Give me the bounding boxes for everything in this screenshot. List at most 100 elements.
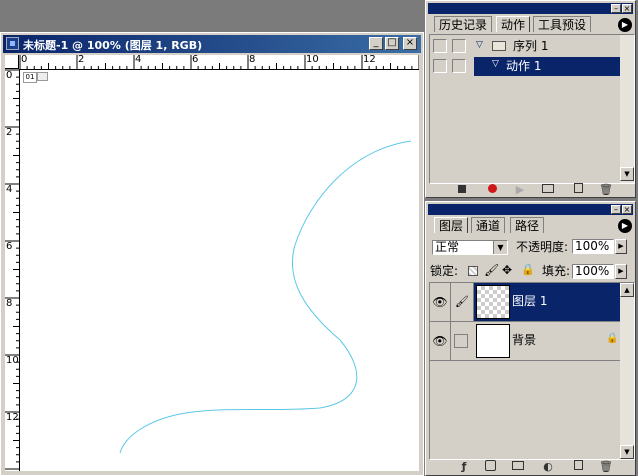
toggle-checkbox[interactable] — [433, 39, 447, 53]
v-ruler-label: 12 — [6, 412, 19, 423]
close-button[interactable]: × — [403, 37, 417, 50]
toggle-checkbox[interactable] — [433, 59, 447, 73]
layer-row-selected[interactable]: 图层 1 — [474, 283, 620, 321]
action-label: 动作 1 — [506, 59, 542, 73]
layer-name: 背景 — [512, 333, 537, 347]
panel-close-button[interactable]: × — [622, 4, 632, 13]
layer-thumbnail-transparent — [476, 285, 510, 319]
panel-close-button[interactable]: × — [622, 205, 632, 214]
dialog-toggle-checkbox[interactable] — [452, 39, 466, 53]
actions-scrollbar[interactable]: ▼ — [620, 35, 634, 183]
tab-actions[interactable]: 动作 — [496, 16, 531, 32]
document-canvas[interactable]: 01 — [20, 70, 419, 471]
fill-input[interactable]: 100% — [572, 264, 614, 279]
v-ruler-label: 6 — [6, 241, 13, 252]
play-icon[interactable]: ▶ — [513, 183, 527, 197]
v-ruler-label: 8 — [6, 298, 13, 309]
list-item[interactable]: ▽ 动作 1 — [430, 57, 620, 76]
tab-channels[interactable]: 通道 — [471, 217, 506, 233]
panel-menu-arrow-icon[interactable]: ▶ — [618, 18, 632, 32]
record-icon[interactable] — [485, 183, 499, 197]
layers-list[interactable]: 👁 🖌 图层 1 👁 背景 🔒 ▲ ▼ — [429, 282, 635, 460]
panel-minimize-button[interactable]: – — [611, 205, 621, 214]
delete-icon[interactable]: 🗑 — [599, 183, 613, 197]
v-ruler-label: 2 — [6, 127, 13, 138]
adjustment-icon[interactable]: ◐ — [541, 460, 555, 474]
h-ruler-label: 8 — [249, 54, 256, 65]
lock-move-icon[interactable]: ✥ — [502, 263, 512, 277]
action-set-label: 序列 1 — [513, 39, 549, 53]
expand-triangle-icon[interactable]: ▽ — [492, 59, 499, 69]
stop-icon[interactable] — [455, 183, 469, 197]
layer-row[interactable]: 👁 背景 🔒 — [430, 322, 620, 361]
eye-visibility-icon[interactable]: 👁 — [430, 322, 451, 360]
actions-footer: ▶ 🗑 — [429, 183, 635, 197]
actions-panel-title-bar[interactable]: – × — [428, 3, 633, 14]
h-ruler-label: 4 — [135, 54, 142, 65]
delete-layer-icon[interactable]: 🗑 — [599, 460, 613, 474]
blend-mode-select[interactable]: 正常 ▼ — [432, 240, 508, 255]
minimize-button[interactable]: _ — [369, 37, 383, 50]
h-ruler-label: 2 — [78, 54, 85, 65]
fill-slider-arrow-icon[interactable]: ▶ — [615, 264, 627, 279]
scroll-up-button[interactable]: ▲ — [620, 283, 634, 297]
opacity-label: 不透明度: — [516, 240, 569, 254]
v-ruler-label: 0 — [6, 70, 13, 81]
dialog-toggle-checkbox[interactable] — [452, 59, 466, 73]
layer-style-icon[interactable]: ƒ — [457, 460, 471, 474]
h-ruler-label: 12 — [363, 54, 376, 65]
scroll-down-button[interactable]: ▼ — [620, 445, 634, 459]
new-set-icon[interactable] — [541, 183, 555, 197]
new-layer-icon[interactable] — [571, 460, 585, 474]
photoshop-document-icon — [6, 37, 19, 50]
layers-panel[interactable]: – × 图层 通道 路径 ▶ 正常 ▼ 不透明度: 100% ▶ 锁定: 🖌 ✥… — [425, 201, 636, 476]
v-ruler-label: 10 — [6, 355, 19, 366]
blend-mode-value: 正常 — [435, 240, 460, 254]
new-action-icon[interactable] — [571, 183, 585, 197]
tab-layers[interactable]: 图层 — [434, 217, 469, 233]
actions-list[interactable]: ▽ 序列 1 ▽ 动作 1 ▼ — [429, 34, 635, 184]
opacity-slider-arrow-icon[interactable]: ▶ — [615, 239, 627, 254]
link-toggle-checkbox[interactable] — [454, 334, 468, 348]
maximize-button[interactable]: □ — [385, 37, 399, 50]
document-title-bar[interactable]: 未标题-1 @ 100% (图层 1, RGB) _ □ × — [3, 35, 421, 53]
layers-scrollbar[interactable]: ▲ ▼ — [620, 283, 634, 459]
lock-brush-icon[interactable]: 🖌 — [484, 263, 499, 277]
document-title: 未标题-1 @ 100% (图层 1, RGB) — [23, 39, 203, 52]
chevron-down-icon[interactable]: ▼ — [493, 241, 507, 254]
eye-visibility-icon[interactable]: 👁 — [430, 283, 451, 321]
tab-paths[interactable]: 路径 — [510, 217, 545, 233]
lock-transparency-icon[interactable] — [468, 266, 478, 276]
cyan-path-curve[interactable] — [119, 140, 412, 454]
list-item[interactable]: ▽ 序列 1 — [430, 37, 620, 55]
horizontal-ruler[interactable]: 0 2 4 6 8 10 12 — [19, 55, 419, 70]
folder-icon[interactable] — [511, 460, 525, 474]
layers-panel-title-bar[interactable]: – × — [428, 204, 633, 215]
scroll-down-button[interactable]: ▼ — [620, 167, 634, 181]
paintbrush-icon[interactable]: 🖌 — [451, 283, 474, 321]
lock-all-icon[interactable]: 🔒 — [521, 263, 535, 276]
document-window[interactable]: 未标题-1 @ 100% (图层 1, RGB) _ □ × 0 2 4 6 8… — [0, 32, 424, 476]
tab-tool-presets[interactable]: 工具预设 — [533, 16, 592, 32]
ruler-origin[interactable] — [5, 55, 19, 69]
expand-triangle-icon[interactable]: ▽ — [476, 40, 483, 50]
panel-menu-arrow-icon[interactable]: ▶ — [618, 219, 632, 233]
opacity-input[interactable]: 100% — [572, 239, 614, 254]
lock-label: 锁定: — [430, 264, 459, 278]
mask-icon[interactable] — [483, 460, 497, 474]
fill-label: 填充: — [542, 264, 571, 278]
layer-row[interactable]: 👁 🖌 图层 1 — [430, 283, 620, 322]
layer-name: 图层 1 — [512, 294, 548, 308]
v-ruler-label: 4 — [6, 184, 13, 195]
layer-thumbnail-background — [476, 324, 510, 358]
h-ruler-label: 10 — [306, 54, 319, 65]
actions-panel[interactable]: – × 历史记录 动作 工具预设 ▶ ▽ 序列 1 ▽ 动作 1 ▼ ▶ 🗑 — [425, 0, 636, 198]
action-row-selected[interactable]: ▽ 动作 1 — [474, 57, 620, 76]
vertical-ruler[interactable]: 0 2 4 6 8 10 12 — [5, 69, 20, 471]
layers-footer: ƒ ◐ 🗑 — [429, 460, 635, 474]
path-stroke-layer — [119, 140, 412, 454]
h-ruler-label: 6 — [192, 54, 199, 65]
tab-history[interactable]: 历史记录 — [434, 16, 493, 32]
lock-icon: 🔒 — [606, 333, 619, 344]
panel-minimize-button[interactable]: – — [611, 4, 621, 13]
